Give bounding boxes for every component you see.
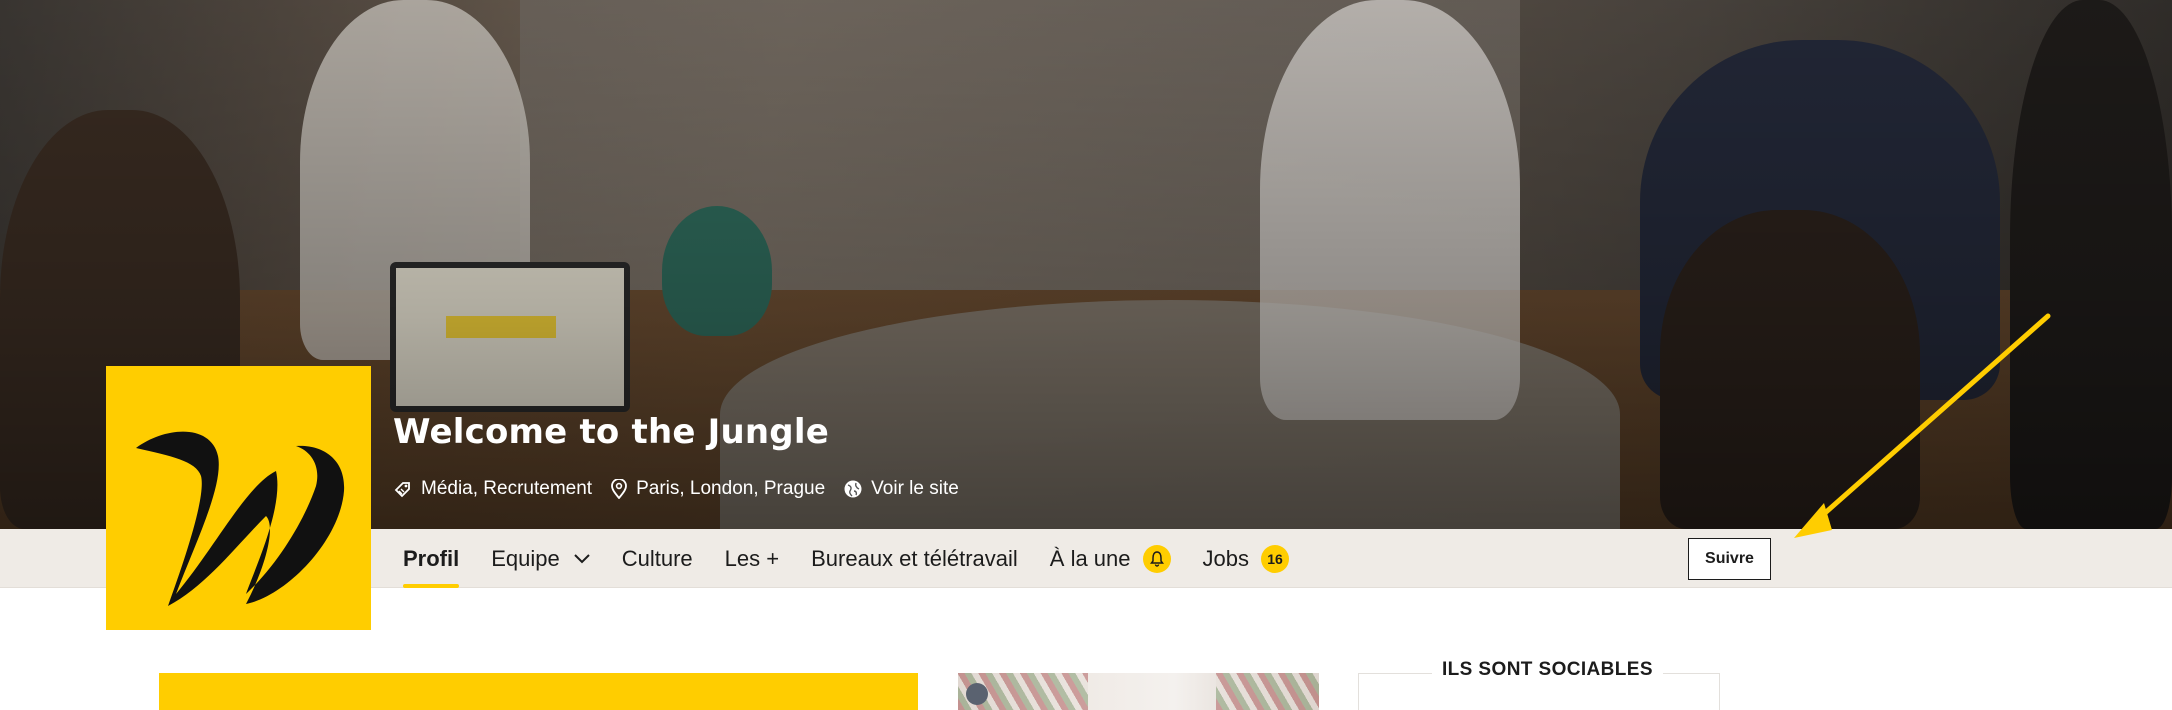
tab-list: Profil Equipe Culture Les + Bureaux et t… <box>403 529 1321 588</box>
website-link[interactable]: Voir le site <box>843 478 959 500</box>
website-label[interactable]: Voir le site <box>871 478 959 500</box>
company-logo <box>106 366 371 630</box>
tab-label: Equipe <box>491 545 560 571</box>
social-title: ILS SONT SOCIABLES <box>1432 659 1663 681</box>
follow-button[interactable]: Suivre <box>1688 538 1771 580</box>
company-meta: Média, Recrutement Paris, London, Prague… <box>393 478 977 500</box>
company-header: Welcome to the Jungle <box>393 412 829 452</box>
meta-locations: Paris, London, Prague <box>610 478 825 500</box>
tab-jobs[interactable]: Jobs 16 <box>1203 529 1289 588</box>
tab-label: Profil <box>403 545 460 571</box>
tab-a-la-une[interactable]: À la une <box>1050 529 1171 588</box>
tab-label: À la une <box>1049 545 1131 571</box>
office-photo <box>958 673 1319 710</box>
bell-icon <box>1149 550 1164 567</box>
tab-culture[interactable]: Culture <box>622 529 693 588</box>
tab-label: Culture <box>621 545 693 571</box>
company-name: Welcome to the Jungle <box>393 412 829 452</box>
tab-label: Bureaux et télétravail <box>811 545 1018 571</box>
tab-bureaux[interactable]: Bureaux et télétravail <box>811 529 1018 588</box>
tab-label: Les + <box>724 545 780 571</box>
news-badge <box>1142 544 1171 573</box>
map-pin-icon <box>611 479 627 499</box>
globe-icon <box>844 480 862 498</box>
locations-text: Paris, London, Prague <box>636 478 826 499</box>
tag-icon <box>394 482 410 498</box>
tab-les-plus[interactable]: Les + <box>725 529 779 588</box>
meta-sectors: Média, Recrutement <box>393 478 592 500</box>
tab-equipe[interactable]: Equipe <box>491 529 590 588</box>
tab-profil[interactable]: Profil <box>403 529 460 588</box>
featured-card <box>159 673 918 710</box>
sectors-text: Média, Recrutement <box>421 478 593 499</box>
tab-label: Jobs <box>1202 545 1249 571</box>
chevron-down-icon <box>574 553 590 563</box>
jobs-count-badge: 16 <box>1261 544 1289 573</box>
